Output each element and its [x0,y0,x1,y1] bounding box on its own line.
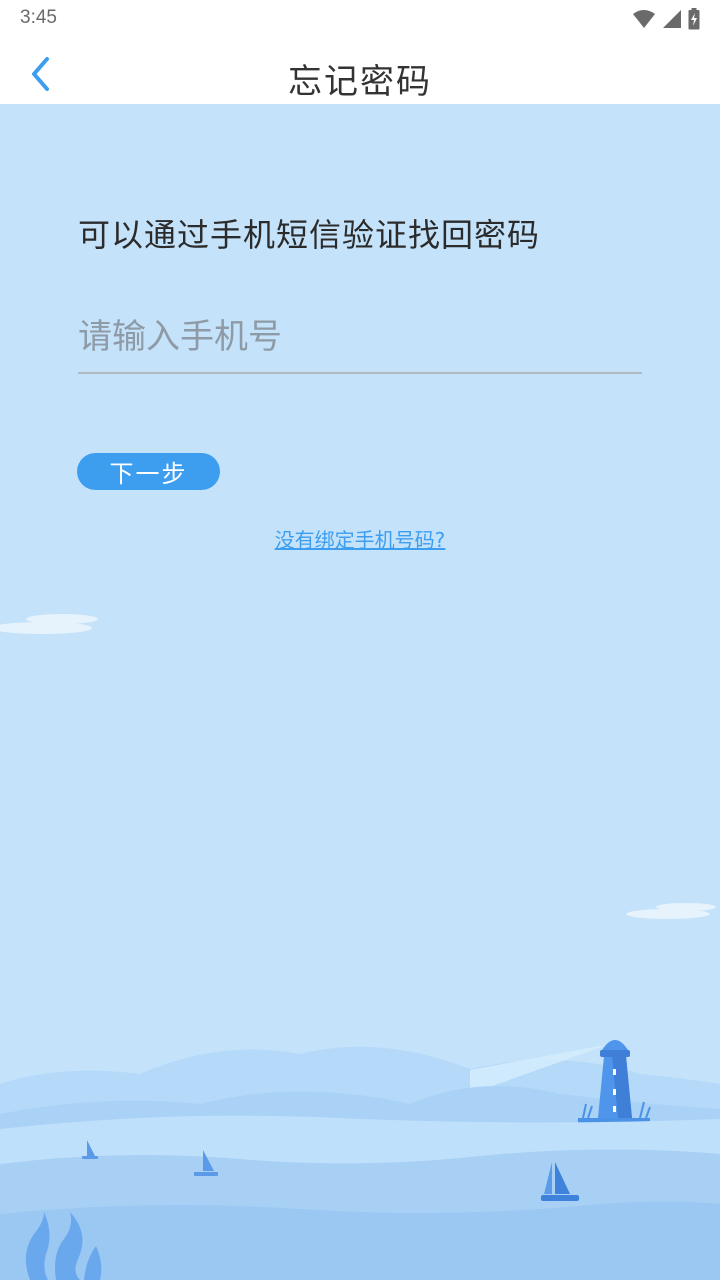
status-time: 3:45 [20,7,57,28]
sea-wave [0,1149,720,1280]
main-content: 可以通过手机短信验证找回密码 下一步 没有绑定手机号码? [0,104,720,1280]
seaweed-icon [25,1212,102,1280]
cloud-right [626,903,716,919]
sea-deep [0,1201,720,1280]
phone-input[interactable] [78,302,642,374]
lighthouse-icon [578,1040,651,1126]
sea-front [0,1115,720,1280]
wifi-icon [633,10,655,28]
status-bar: 3:45 [0,0,720,40]
next-button[interactable]: 下一步 [77,453,220,490]
boat-icon-large [541,1162,579,1201]
lighthouse-beam [470,1044,610,1094]
cloud-left [0,614,98,634]
battery-charging-icon [688,8,700,30]
boat-icon-medium [194,1150,218,1176]
cell-signal-icon [663,10,681,28]
background-scenery [0,614,720,1280]
no-phone-link[interactable]: 没有绑定手机号码? [0,524,720,553]
boat-icon-small [82,1140,98,1159]
hint-text: 可以通过手机短信验证找回密码 [78,216,541,254]
status-icons [632,8,700,30]
mid-hills [0,1086,720,1280]
distant-hills [0,1046,720,1280]
page-title: 忘记密码 [288,62,432,102]
nav-bar: 忘记密码 [0,40,720,104]
